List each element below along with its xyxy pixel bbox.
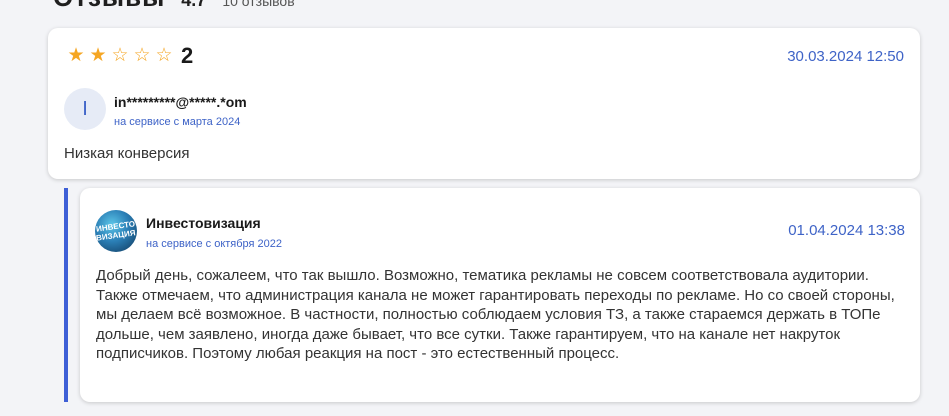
star-empty-icon: ☆	[111, 45, 129, 66]
star-rating: ★ ★ ☆ ☆ ☆ 2	[65, 43, 194, 68]
reply-date: 01.04.2024 13:38	[788, 222, 905, 239]
reviews-count: 10 отзывов	[222, 0, 295, 9]
channel-name[interactable]: Инвестовизация	[146, 215, 261, 231]
reply-card: ИНВЕСТО ВИЗАЦИЯ Инвестовизация на сервис…	[80, 188, 920, 402]
star-empty-icon: ☆	[133, 45, 151, 66]
star-empty-icon: ☆	[155, 45, 173, 66]
user-since: на сервисе с марта 2024	[114, 116, 241, 128]
user-name: in*********@*****.*om	[114, 94, 247, 110]
review-card: ★ ★ ☆ ☆ ☆ 2 30.03.2024 12:50 I in*******…	[48, 28, 920, 179]
overall-rating: 4.7	[181, 0, 207, 10]
avatar: I	[64, 88, 106, 130]
channel-since: на сервисе с октября 2022	[146, 238, 283, 250]
reply-indicator-bar	[64, 188, 68, 402]
channel-avatar[interactable]: ИНВЕСТО ВИЗАЦИЯ	[95, 210, 137, 252]
reviews-title: Отзывы	[53, 0, 165, 13]
star-filled-icon: ★	[67, 45, 85, 66]
reply-text: Добрый день, сожалеем, что так вышло. Во…	[96, 267, 895, 362]
rating-value: 2	[181, 43, 194, 68]
review-date: 30.03.2024 12:50	[787, 48, 904, 65]
reviews-header: Отзывы 4.7 10 отзывов	[53, 0, 295, 12]
review-text: Низкая конверсия	[64, 145, 190, 162]
star-filled-icon: ★	[89, 45, 107, 66]
